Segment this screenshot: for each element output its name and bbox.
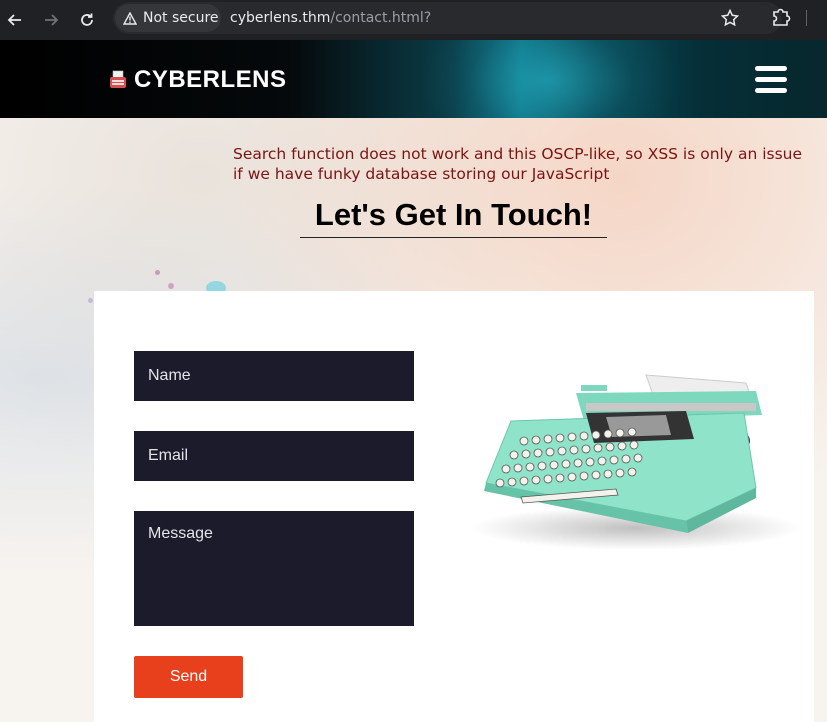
typewriter-image (471, 374, 801, 550)
security-label: Not secure (143, 10, 219, 26)
url-host: cyberlens.thm (230, 10, 331, 26)
arrow-left-icon (7, 14, 21, 26)
extensions-button[interactable] (770, 6, 792, 32)
notice-text: Search function does not work and this O… (233, 145, 803, 183)
typewriter-logo-icon (110, 70, 126, 88)
message-textarea[interactable] (134, 511, 414, 626)
reload-button[interactable] (75, 8, 99, 32)
url-text[interactable]: cyberlens.thm/contact.html? (230, 10, 431, 26)
security-indicator[interactable]: Not secure (115, 4, 221, 32)
contact-card: Send (94, 291, 814, 722)
menu-bar-icon (755, 77, 787, 82)
arrow-right-icon (45, 14, 59, 26)
paint-splash (88, 298, 93, 303)
brand-name: CYBERLENS (134, 66, 287, 93)
brand-logo-link[interactable]: CYBERLENS (108, 66, 287, 94)
hamburger-menu-button[interactable] (755, 66, 787, 94)
name-input[interactable] (134, 351, 414, 401)
toolbar-divider (806, 10, 807, 26)
reload-icon (81, 13, 93, 26)
paint-splash (155, 270, 160, 275)
browser-toolbar: Not secure cyberlens.thm/contact.html? (0, 0, 827, 40)
email-input[interactable] (134, 431, 414, 481)
puzzle-icon (773, 8, 791, 26)
page-title: Let's Get In Touch! (300, 196, 607, 238)
menu-bar-icon (755, 88, 787, 93)
star-icon (720, 8, 740, 27)
forward-button[interactable] (39, 8, 63, 32)
bookmark-button[interactable] (720, 8, 740, 32)
warning-icon (123, 11, 137, 25)
url-path: /contact.html? (330, 10, 432, 26)
site-header: CYBERLENS (0, 40, 827, 118)
menu-bar-icon (755, 66, 787, 71)
paint-splash (168, 283, 174, 289)
back-button[interactable] (3, 8, 27, 32)
address-bar[interactable]: Not secure cyberlens.thm/contact.html? (113, 2, 782, 34)
send-button[interactable]: Send (134, 656, 243, 698)
